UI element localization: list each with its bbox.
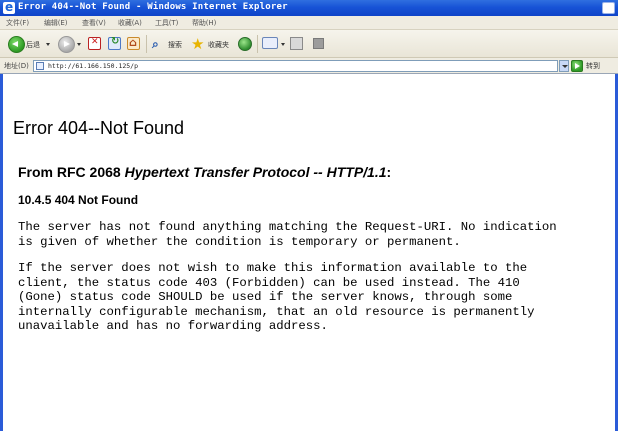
rfc-title: Hypertext Transfer Protocol -- HTTP/1.1 xyxy=(124,164,387,180)
address-input[interactable]: http://61.166.150.125/p xyxy=(33,60,558,72)
paragraph-line: (Gone) status code SHOULD be used if the… xyxy=(18,290,513,305)
print-icon[interactable] xyxy=(290,37,303,50)
page-content: Error 404--Not Found From RFC 2068 Hyper… xyxy=(3,74,615,431)
internet-explorer-icon xyxy=(3,0,15,14)
home-icon[interactable] xyxy=(127,36,140,50)
forward-dropdown-icon[interactable] xyxy=(77,43,81,46)
toolbar: 后退 ⌕ 搜索 ★ 收藏夹 xyxy=(0,30,618,58)
mail-dropdown-icon[interactable] xyxy=(281,43,285,46)
address-url[interactable]: http://61.166.150.125/p xyxy=(48,62,138,70)
back-icon[interactable] xyxy=(8,36,25,53)
menu-favorites[interactable]: 收藏(A) xyxy=(118,18,142,28)
toolbar-separator xyxy=(257,35,258,53)
paragraph-line: unavailable and has no forwarding addres… xyxy=(18,319,328,334)
paragraph-line: If the server does not wish to make this… xyxy=(18,261,528,275)
paragraph-line: is given of whether the condition is tem… xyxy=(18,234,461,249)
address-label: 地址(D) xyxy=(4,62,29,70)
rfc-prefix: From RFC 2068 xyxy=(18,164,125,180)
edit-icon[interactable] xyxy=(313,38,324,49)
paragraph-forbidden-gone: If the server does not wish to make this… xyxy=(18,261,615,334)
search-label[interactable]: 搜索 xyxy=(168,40,182,50)
favorites-label[interactable]: 收藏夹 xyxy=(208,40,229,50)
rfc-suffix: : xyxy=(386,164,392,180)
address-dropdown-icon[interactable] xyxy=(559,60,569,72)
address-bar: 地址(D) http://61.166.150.125/p 转到 xyxy=(0,58,618,74)
menu-edit[interactable]: 编辑(E) xyxy=(44,18,67,28)
rfc-heading: From RFC 2068 Hypertext Transfer Protoco… xyxy=(18,164,391,180)
paragraph-line: The server has not found anything matchi… xyxy=(18,220,557,234)
refresh-icon[interactable] xyxy=(108,36,121,50)
go-arrow-icon[interactable] xyxy=(571,60,583,72)
stop-icon[interactable] xyxy=(88,37,101,50)
window-control-button[interactable] xyxy=(602,2,615,14)
back-label[interactable]: 后退 xyxy=(26,40,40,50)
page-title: Error 404--Not Found xyxy=(13,118,185,138)
mail-icon[interactable] xyxy=(262,37,278,49)
menu-file[interactable]: 文件(F) xyxy=(6,18,29,28)
menu-view[interactable]: 查看(V) xyxy=(82,18,106,28)
toolbar-separator xyxy=(146,35,147,53)
section-heading: 10.4.5 404 Not Found xyxy=(18,193,139,207)
favorites-star-icon[interactable]: ★ xyxy=(191,35,204,53)
paragraph-line: internally configurable mechanism, that … xyxy=(18,304,535,319)
history-icon[interactable] xyxy=(238,37,252,51)
menu-bar: 文件(F) 编辑(E) 查看(V) 收藏(A) 工具(T) 帮助(H) xyxy=(0,16,618,30)
menu-help[interactable]: 帮助(H) xyxy=(192,18,216,28)
title-bar[interactable]: Error 404--Not Found - Windows Internet … xyxy=(0,0,618,16)
search-icon[interactable]: ⌕ xyxy=(152,37,159,52)
forward-icon[interactable] xyxy=(58,36,75,53)
paragraph-line: client, the status code 403 (Forbidden) … xyxy=(18,275,520,290)
back-dropdown-icon[interactable] xyxy=(46,43,50,46)
go-button[interactable]: 转到 xyxy=(586,61,600,71)
paragraph-not-found: The server has not found anything matchi… xyxy=(18,220,615,249)
page-icon xyxy=(36,62,44,70)
menu-tools[interactable]: 工具(T) xyxy=(155,18,178,28)
window-title: Error 404--Not Found - Windows Internet … xyxy=(18,2,288,12)
